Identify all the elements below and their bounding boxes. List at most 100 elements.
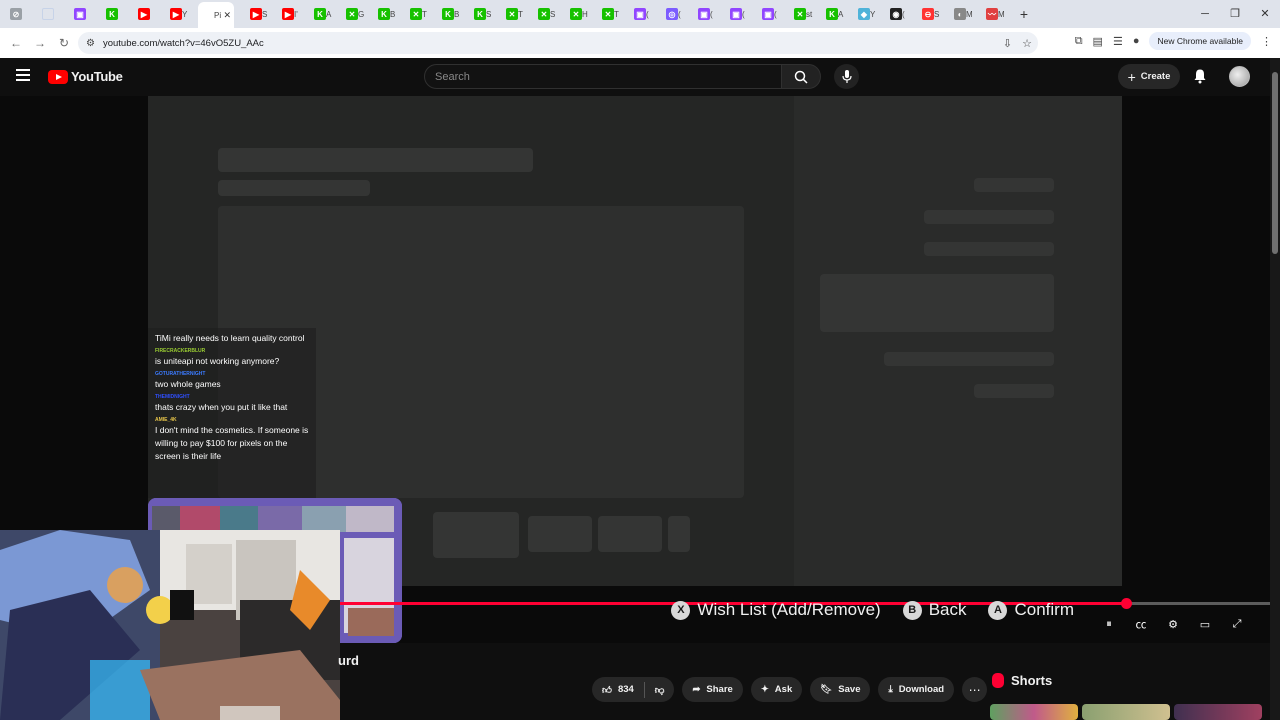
autoplay-toggle-icon[interactable]: ⏸ bbox=[1100, 616, 1118, 632]
ask-button[interactable]: ✦ Ask bbox=[750, 677, 803, 702]
thumbs-down-icon[interactable]: 👎︎ bbox=[655, 684, 665, 696]
browser-tab[interactable]: ◎( bbox=[662, 4, 682, 24]
browser-tab[interactable]: KS bbox=[470, 4, 491, 24]
download-icon: ⤓ bbox=[888, 684, 893, 695]
browser-tab[interactable]: ◆ Y bbox=[854, 4, 876, 24]
account-avatar[interactable] bbox=[1229, 66, 1250, 87]
browser-tab[interactable]: ▣( bbox=[630, 4, 650, 24]
browser-tab[interactable]: ▶ Y bbox=[166, 4, 187, 24]
short-thumbnail[interactable] bbox=[1174, 704, 1262, 720]
voice-search-button[interactable] bbox=[834, 64, 859, 89]
short-thumbnail[interactable] bbox=[1082, 704, 1170, 720]
browser-tab[interactable]: ✕ st bbox=[790, 4, 812, 24]
stream-chat-overlay: TiMi really needs to learn quality contr… bbox=[148, 328, 316, 498]
theater-mode-icon[interactable]: ▭ bbox=[1196, 616, 1214, 632]
close-window-icon[interactable]: ✕ bbox=[1250, 0, 1280, 28]
youtube-logo[interactable]: YouTube bbox=[48, 69, 123, 84]
url-text: youtube.com/watch?v=46vO5ZU_AAc bbox=[102, 37, 264, 49]
more-actions-button[interactable]: ⋯ bbox=[962, 677, 988, 702]
browser-tab[interactable]: KA bbox=[310, 4, 331, 24]
like-count[interactable]: 834 bbox=[618, 684, 634, 695]
browser-tab[interactable]: ⊘ bbox=[6, 4, 26, 24]
browser-tab[interactable]: ✕ T bbox=[598, 4, 619, 24]
tab-title: Y bbox=[870, 9, 876, 19]
browser-tab[interactable]: ▣( bbox=[726, 4, 746, 24]
tab-favicon-icon: 〰 bbox=[986, 8, 998, 20]
tab-favicon-icon: ✕ bbox=[794, 8, 806, 20]
browser-toolbar: ← → ↻ ⚙ youtube.com/watch?v=46vO5ZU_AAc … bbox=[0, 28, 1280, 58]
short-thumbnail[interactable] bbox=[990, 704, 1078, 720]
restore-icon[interactable]: ❐ bbox=[1220, 0, 1250, 28]
browser-tab[interactable]: KB bbox=[438, 4, 459, 24]
forward-icon[interactable]: → bbox=[28, 36, 52, 50]
browser-tab[interactable]: K bbox=[102, 4, 122, 24]
download-button[interactable]: ⤓ Download bbox=[878, 677, 955, 702]
media-icon[interactable]: ▤ bbox=[1093, 35, 1103, 48]
browser-tab[interactable]: ▶ I' bbox=[278, 4, 298, 24]
streamer-webcam bbox=[0, 530, 340, 720]
prompt-label: Confirm bbox=[1014, 600, 1074, 619]
address-bar[interactable]: ⚙ youtube.com/watch?v=46vO5ZU_AAc ⇩ ☆ bbox=[78, 32, 1038, 54]
tab-favicon-icon: ▶ bbox=[138, 8, 150, 20]
new-tab-button[interactable]: + bbox=[1016, 6, 1032, 22]
browser-tab[interactable]: Pi ✕ bbox=[198, 2, 234, 28]
minimize-icon[interactable]: ─ bbox=[1190, 0, 1220, 28]
thumbs-up-icon[interactable]: 👍︎ bbox=[602, 684, 612, 696]
fullscreen-icon[interactable]: ⤢ bbox=[1228, 616, 1246, 632]
browser-tab[interactable]: ⊖ S bbox=[918, 4, 939, 24]
close-tab-icon[interactable]: ✕ bbox=[223, 10, 231, 21]
search-placeholder: Search bbox=[435, 70, 470, 83]
create-button[interactable]: + Create bbox=[1118, 64, 1180, 89]
browser-tab[interactable]: ✕ T bbox=[502, 4, 523, 24]
settings-gear-icon[interactable]: ⚙ bbox=[1164, 616, 1182, 632]
browser-tab[interactable]: ▶ S bbox=[246, 4, 268, 24]
browser-tab[interactable]: ▶ bbox=[134, 4, 154, 24]
tab-favicon-icon: ▣ bbox=[762, 8, 774, 20]
share-button[interactable]: ➦ Share bbox=[682, 677, 743, 702]
bookmark-star-icon[interactable]: ☆ bbox=[1022, 37, 1032, 50]
install-app-icon[interactable]: ⇩ bbox=[1003, 37, 1012, 50]
search-button[interactable] bbox=[781, 64, 821, 89]
tab-favicon-icon bbox=[42, 8, 54, 20]
site-info-icon[interactable]: ⚙ bbox=[86, 38, 95, 49]
video-player[interactable]: TiMi really needs to learn quality contr… bbox=[0, 96, 1270, 720]
tab-title: T bbox=[614, 9, 619, 19]
browser-tab[interactable] bbox=[38, 4, 58, 24]
update-chip[interactable]: New Chrome available bbox=[1149, 32, 1251, 50]
scrollbar-thumb[interactable] bbox=[1272, 72, 1278, 254]
chat-message: I don't mind the cosmetics. If someone i… bbox=[155, 425, 309, 461]
reload-icon[interactable]: ↻ bbox=[52, 36, 76, 50]
browser-tab[interactable]: ✕ S bbox=[534, 4, 556, 24]
button-prompt: X Wish List (Add/Remove) bbox=[671, 600, 881, 620]
browser-tab[interactable]: ◐ M bbox=[950, 4, 973, 24]
tab-favicon-icon: K bbox=[442, 8, 454, 20]
browser-tab[interactable]: ▣ bbox=[70, 4, 90, 24]
notifications-bell-icon[interactable] bbox=[1192, 68, 1208, 84]
browser-tab[interactable]: ✕ H bbox=[566, 4, 588, 24]
back-icon[interactable]: ← bbox=[4, 36, 28, 50]
menu-kebab-icon[interactable]: ⋮ bbox=[1261, 35, 1272, 48]
browser-tab[interactable]: ✕ T bbox=[406, 4, 427, 24]
page-scrollbar[interactable] bbox=[1270, 58, 1280, 720]
tab-title: S bbox=[550, 9, 556, 19]
profile-icon[interactable]: ● bbox=[1133, 35, 1140, 47]
progress-scrubber[interactable] bbox=[1120, 598, 1132, 609]
prompt-label: Back bbox=[928, 600, 967, 619]
extensions-icon[interactable]: ⧉ bbox=[1075, 35, 1083, 48]
browser-tab[interactable]: ◉( bbox=[886, 4, 906, 24]
tab-favicon-icon: ✕ bbox=[538, 8, 550, 20]
menu-hamburger-icon[interactable] bbox=[16, 69, 30, 83]
tab-title: S bbox=[262, 9, 268, 19]
save-button[interactable]: 🔖︎ Save bbox=[810, 677, 871, 702]
tab-title: H bbox=[582, 9, 588, 19]
tab-search-icon[interactable]: ☰ bbox=[1113, 35, 1123, 48]
browser-tab[interactable]: ✕ G bbox=[342, 4, 364, 24]
captions-icon[interactable]: ㏄ bbox=[1132, 616, 1150, 632]
browser-tab[interactable]: 〰 M bbox=[982, 4, 1005, 24]
browser-tab[interactable]: ▣( bbox=[758, 4, 778, 24]
tab-favicon-icon: ⊘ bbox=[10, 8, 22, 20]
browser-tab[interactable]: KB bbox=[374, 4, 395, 24]
browser-tab[interactable]: KA bbox=[822, 4, 843, 24]
browser-tab[interactable]: ▣( bbox=[694, 4, 714, 24]
search-input[interactable]: Search bbox=[424, 64, 782, 89]
